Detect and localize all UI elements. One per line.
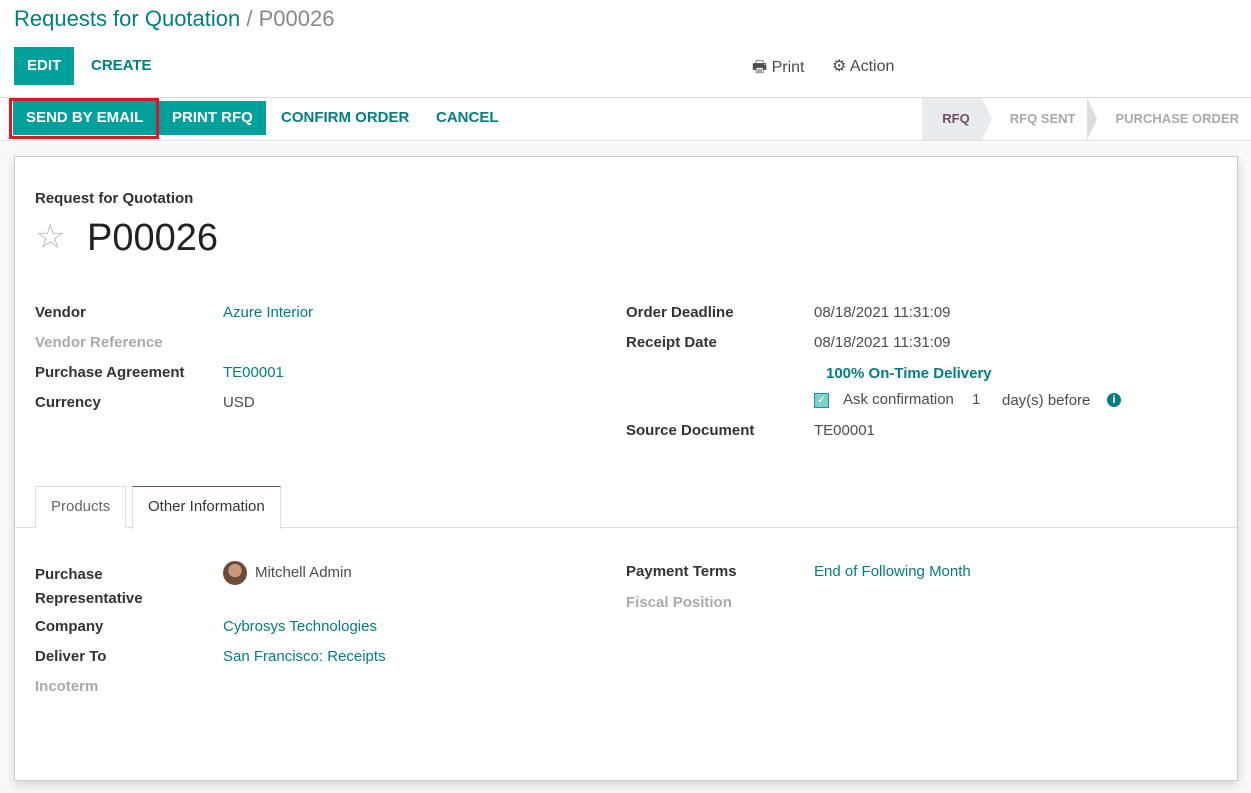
avatar	[223, 561, 247, 585]
status-bar: SEND BY EMAIL PRINT RFQ CONFIRM ORDER CA…	[0, 97, 1251, 141]
breadcrumb-parent[interactable]: Requests for Quotation	[14, 6, 240, 31]
notebook-tabs: Products Other Information	[15, 486, 1237, 529]
fiscal-position-label: Fiscal Position	[626, 594, 732, 611]
confirm-order-button[interactable]: CONFIRM ORDER	[268, 101, 422, 135]
ask-days-suffix: day(s) before	[1002, 392, 1091, 409]
gear-icon: ⚙	[832, 58, 847, 75]
payment-terms-value[interactable]: End of Following Month	[814, 563, 971, 580]
incoterm-label: Incoterm	[35, 678, 99, 695]
print-label: Print	[771, 59, 805, 76]
payment-terms-label: Payment Terms	[626, 563, 737, 580]
stage-purchase-order[interactable]: PURCHASE ORDER	[1087, 98, 1251, 140]
record-name: P00026	[87, 217, 219, 259]
purchase-agreement-value[interactable]: TE00001	[223, 364, 284, 381]
on-time-delivery[interactable]: 100% On-Time Delivery	[826, 365, 992, 382]
form-sheet: Request for Quotation ☆ P00026 Vendor Az…	[14, 156, 1238, 781]
company-value[interactable]: Cybrosys Technologies	[223, 618, 377, 635]
stage-rfq-sent[interactable]: RFQ SENT	[982, 98, 1098, 140]
ask-confirmation-checkbox[interactable]: ✓	[814, 393, 829, 408]
print-rfq-button[interactable]: PRINT RFQ	[159, 101, 266, 135]
breadcrumb-current: P00026	[258, 6, 335, 31]
receipt-date-label: Receipt Date	[626, 334, 717, 351]
tab-products[interactable]: Products	[35, 486, 127, 528]
rep-label-line1: Purchase	[35, 566, 103, 583]
create-button[interactable]: CREATE	[78, 47, 165, 85]
print-menu[interactable]: 🖶 Print	[752, 56, 804, 83]
receipt-date-value: 08/18/2021 11:31:09	[814, 334, 951, 351]
deliver-to-value[interactable]: San Francisco: Receipts	[223, 648, 386, 665]
deliver-to-label: Deliver To	[35, 648, 107, 665]
ask-days-value: 1	[972, 391, 981, 408]
vendor-value[interactable]: Azure Interior	[223, 304, 313, 321]
info-icon[interactable]: i	[1107, 393, 1121, 407]
company-label: Company	[35, 618, 104, 635]
purchase-agreement-label: Purchase Agreement	[35, 364, 185, 381]
source-document-label: Source Document	[626, 422, 755, 439]
order-deadline-label: Order Deadline	[626, 304, 734, 321]
stage-pipeline: RFQ RFQ SENT PURCHASE ORDER	[922, 98, 1251, 140]
edit-button[interactable]: EDIT	[14, 47, 75, 85]
ask-confirmation-label: Ask confirmation	[843, 391, 954, 408]
vendor-reference-label: Vendor Reference	[35, 334, 163, 351]
action-label: Action	[849, 58, 895, 75]
currency-label: Currency	[35, 394, 101, 411]
printer-icon: 🖶	[752, 59, 768, 76]
currency-value: USD	[223, 394, 255, 411]
rep-label-line2: Representative	[35, 590, 143, 607]
source-document-value: TE00001	[814, 422, 875, 439]
tab-other-information[interactable]: Other Information	[132, 486, 281, 529]
breadcrumb-separator: /	[246, 6, 253, 31]
rep-name: Mitchell Admin	[255, 563, 352, 581]
order-deadline-value: 08/18/2021 11:31:09	[814, 304, 951, 321]
send-by-email-button[interactable]: SEND BY EMAIL	[13, 101, 157, 135]
cancel-button[interactable]: CANCEL	[423, 101, 512, 135]
form-subtitle: Request for Quotation	[35, 190, 194, 207]
breadcrumb: Requests for Quotation / P00026	[14, 6, 334, 32]
star-icon[interactable]: ☆	[35, 217, 65, 257]
purchase-representative-value[interactable]: Mitchell Admin	[223, 561, 352, 585]
purchase-representative-label: Purchase Representative	[35, 563, 143, 611]
stage-rfq[interactable]: RFQ	[922, 98, 993, 140]
action-menu[interactable]: ⚙ Action	[832, 56, 894, 76]
vendor-label: Vendor	[35, 304, 86, 321]
